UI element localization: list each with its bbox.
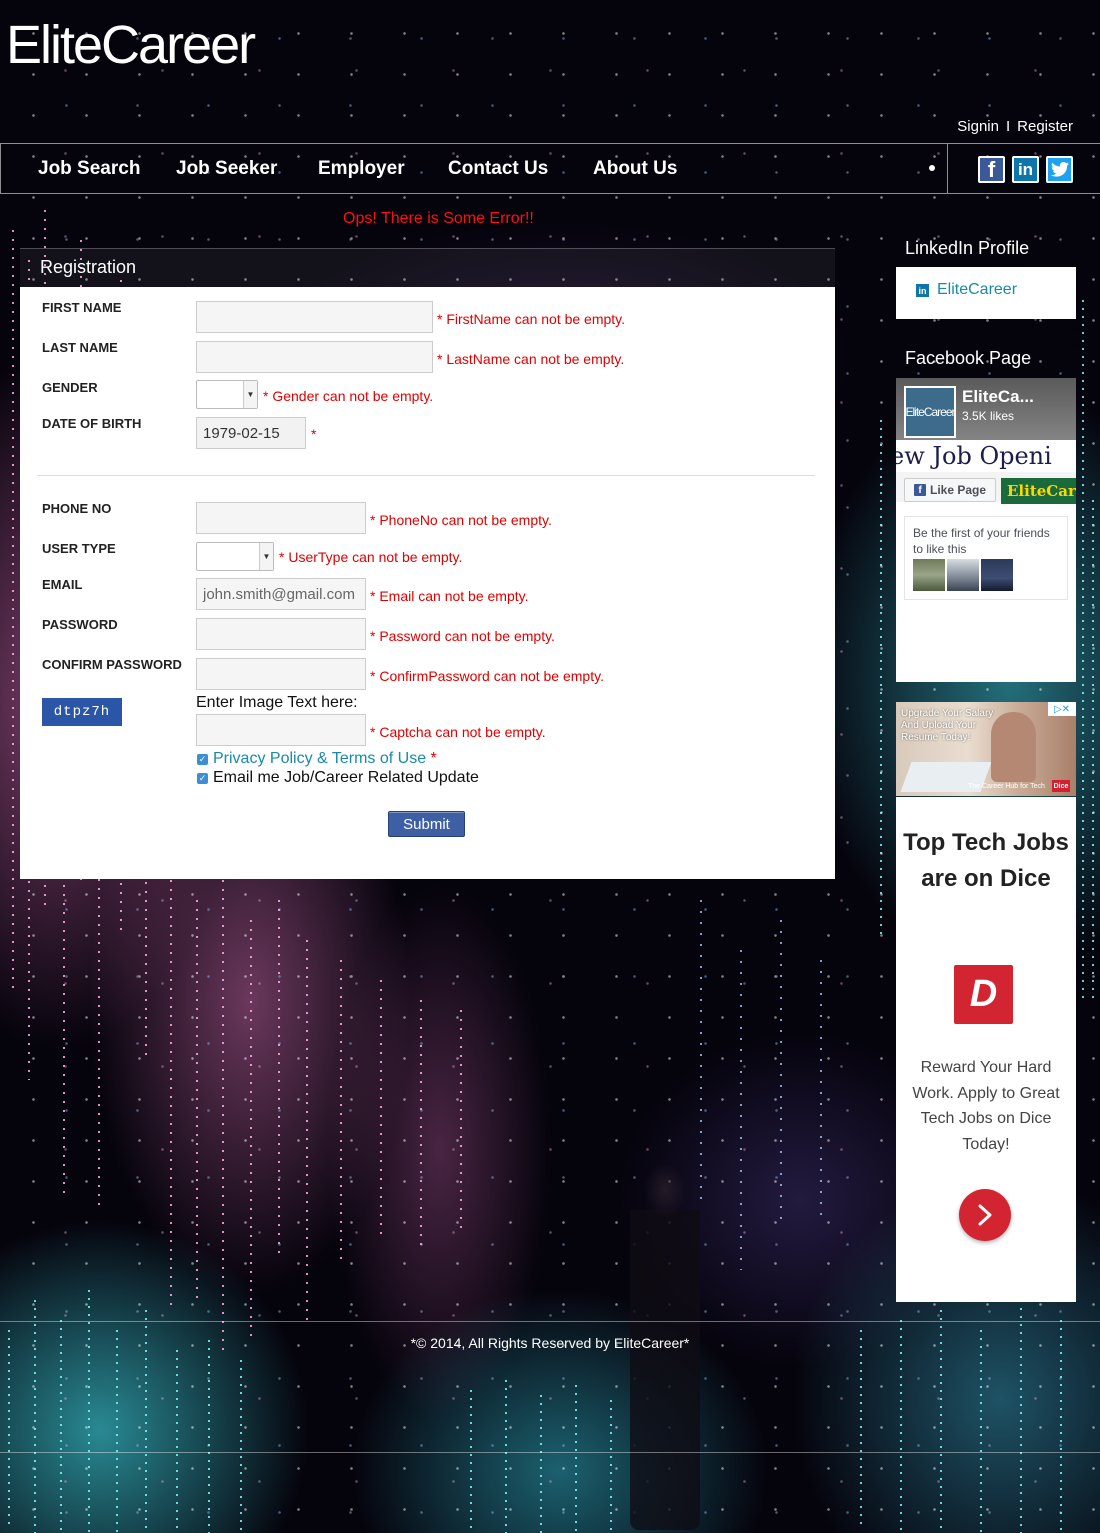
dice-logo-small: Dice xyxy=(1052,780,1070,792)
facebook-friends-box: Be the first of your friends to like thi… xyxy=(904,516,1068,600)
signin-link[interactable]: Signin xyxy=(957,118,999,135)
facebook-cover-banner: ew Job Openi xyxy=(896,440,1076,472)
last-name-label: LAST NAME xyxy=(42,340,118,355)
nav-divider xyxy=(947,144,948,193)
dob-input[interactable]: 1979-02-15 xyxy=(196,417,306,449)
email-label: EMAIL xyxy=(42,577,83,592)
chevron-down-icon: ▼ xyxy=(243,381,257,408)
privacy-checkbox[interactable]: ✓ xyxy=(197,754,208,765)
last-name-input[interactable] xyxy=(196,341,433,373)
gender-error: * Gender can not be empty. xyxy=(263,388,434,404)
linkedin-profile-link[interactable]: EliteCareer xyxy=(937,281,1017,299)
gender-select[interactable]: ▼ xyxy=(196,380,258,409)
dice-banner-ad[interactable]: Upgrade Your Salary And Upload Your Resu… xyxy=(896,702,1076,796)
facebook-page-title: Facebook Page xyxy=(905,348,1032,368)
user-type-select[interactable]: ▼ xyxy=(196,542,274,571)
email-error: * Email can not be empty. xyxy=(370,588,529,604)
dice-tall-ad[interactable]: Top Tech Jobs are on Dice D Reward Your … xyxy=(896,797,1076,1302)
password-error: * Password can not be empty. xyxy=(370,628,555,644)
dob-label: DATE OF BIRTH xyxy=(42,416,142,431)
facebook-banner-text: ew Job Openi xyxy=(896,442,1052,470)
ad-title: Top Tech Jobs are on Dice xyxy=(903,829,1069,892)
captcha-prompt: Enter Image Text here: xyxy=(196,694,358,711)
facebook-friends-text: Be the first of your friends to like thi… xyxy=(913,526,1050,556)
nav-about-us[interactable]: About Us xyxy=(593,158,677,180)
confirm-password-label: CONFIRM PASSWORD xyxy=(42,657,182,672)
ad-body-text: Reward Your Hard Work. Apply to Great Te… xyxy=(912,1059,1060,1153)
user-type-error: * UserType can not be empty. xyxy=(279,549,463,565)
last-name-error: * LastName can not be empty. xyxy=(437,351,625,367)
friend-avatar[interactable] xyxy=(981,559,1013,591)
dob-required-mark: * xyxy=(311,426,317,442)
linkedin-icon[interactable]: in xyxy=(1012,156,1039,183)
facebook-likes-count: 3.5K likes xyxy=(962,409,1015,423)
privacy-row: Privacy Policy & Terms of Use * xyxy=(213,750,437,768)
linkedin-icon: in xyxy=(916,284,929,297)
form-divider xyxy=(37,475,815,476)
ad-choices-icon[interactable]: ▷✕ xyxy=(1048,702,1076,716)
user-links: Signin I Register xyxy=(957,118,1073,135)
dice-logo: D xyxy=(954,965,1013,1024)
confirm-password-input[interactable] xyxy=(196,658,366,690)
friend-avatar[interactable] xyxy=(947,559,979,591)
friend-avatar[interactable] xyxy=(913,559,945,591)
registration-form: FIRST NAME * FirstName can not be empty.… xyxy=(20,287,835,879)
password-input[interactable] xyxy=(196,618,366,650)
captcha-error: * Captcha can not be empty. xyxy=(370,724,546,740)
facebook-icon[interactable]: f xyxy=(978,156,1005,183)
facebook-like-button[interactable]: f Like Page xyxy=(904,478,996,502)
nav-contact-us[interactable]: Contact Us xyxy=(448,158,548,180)
error-banner: Ops! There is Some Error!! xyxy=(343,210,534,227)
first-name-label: FIRST NAME xyxy=(42,300,122,315)
nav-employer[interactable]: Employer xyxy=(318,158,405,180)
email-input[interactable]: john.smith@gmail.com xyxy=(196,578,366,610)
chevron-down-icon: ▼ xyxy=(259,543,273,570)
first-name-error: * FirstName can not be empty. xyxy=(437,311,626,327)
updates-checkbox[interactable]: ✓ xyxy=(197,773,208,784)
password-label: PASSWORD xyxy=(42,617,118,632)
privacy-terms-link[interactable]: Privacy Policy & Terms of Use xyxy=(213,750,426,767)
captcha-input[interactable] xyxy=(196,714,366,746)
submit-button[interactable]: Submit xyxy=(388,811,465,837)
twitter-icon[interactable] xyxy=(1046,156,1073,183)
facebook-icon: f xyxy=(913,484,926,496)
facebook-like-label: Like Page xyxy=(929,483,987,497)
ad-small-footer: The Career Hub for Tech xyxy=(968,783,1045,790)
facebook-banner-badge: EliteCar xyxy=(1001,478,1076,504)
linkedin-profile-box: in EliteCareer xyxy=(896,267,1076,319)
user-type-label: USER TYPE xyxy=(42,541,116,556)
first-name-input[interactable] xyxy=(196,301,433,333)
site-logo[interactable]: EliteCareer xyxy=(6,18,256,72)
nav-job-search[interactable]: Job Search xyxy=(38,158,140,180)
nav-dot xyxy=(929,165,935,171)
footer-divider-top xyxy=(0,1321,1100,1322)
facebook-page-widget: EliteCareer EliteCa... 3.5K likes ew Job… xyxy=(896,378,1076,682)
phone-label: PHONE NO xyxy=(42,501,112,516)
registration-header: Registration xyxy=(20,248,835,288)
chevron-right-icon[interactable] xyxy=(959,1189,1011,1241)
confirm-password-error: * ConfirmPassword can not be empty. xyxy=(370,668,604,684)
ad-small-text: Upgrade Your Salary And Upload Your Resu… xyxy=(901,708,994,743)
facebook-page-thumb[interactable]: EliteCareer xyxy=(904,386,956,438)
updates-label: Email me Job/Career Related Update xyxy=(213,769,479,786)
captcha-image: dtpz7h xyxy=(42,698,122,726)
privacy-required-mark: * xyxy=(430,750,437,767)
user-links-separator: I xyxy=(1005,118,1011,135)
register-link[interactable]: Register xyxy=(1017,118,1073,135)
main-navbar: Job Search Job Seeker Employer Contact U… xyxy=(0,143,1100,194)
facebook-page-name[interactable]: EliteCa... xyxy=(962,387,1034,407)
footer-copyright: *© 2014, All Rights Reserved by EliteCar… xyxy=(410,1335,690,1351)
nav-job-seeker[interactable]: Job Seeker xyxy=(176,158,277,180)
phone-error: * PhoneNo can not be empty. xyxy=(370,512,552,528)
phone-input[interactable] xyxy=(196,502,366,534)
registration-title: Registration xyxy=(40,257,137,277)
footer-divider-bottom xyxy=(0,1452,1100,1453)
linkedin-profile-title: LinkedIn Profile xyxy=(905,238,1030,258)
gender-label: GENDER xyxy=(42,380,98,395)
